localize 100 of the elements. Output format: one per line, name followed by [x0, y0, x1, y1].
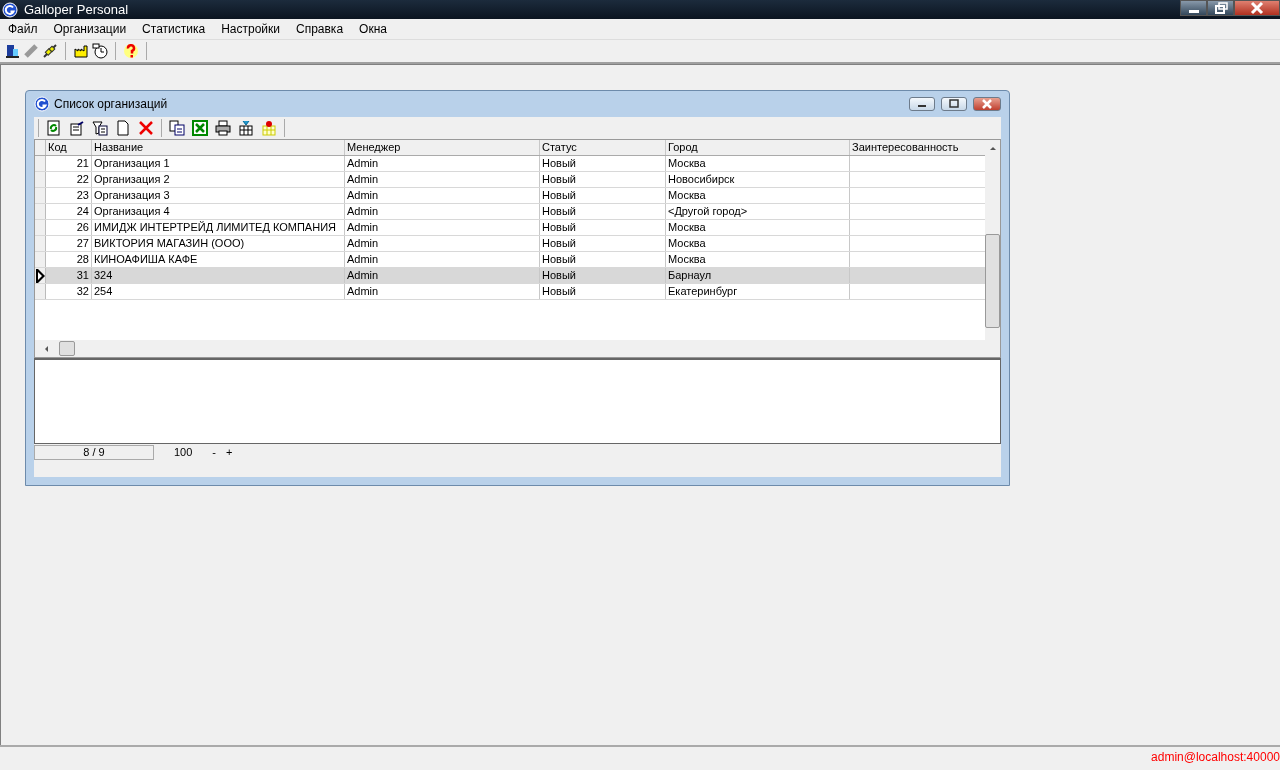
- table-cell: Москва: [666, 220, 850, 235]
- menu-item[interactable]: Справка: [288, 22, 352, 36]
- new-document-icon[interactable]: [115, 120, 131, 136]
- printer-icon[interactable]: [215, 120, 231, 136]
- maximize-button[interactable]: [941, 97, 967, 111]
- table-cell: Новый: [540, 204, 666, 219]
- column-header[interactable]: Статус: [540, 140, 666, 155]
- table-cell: Москва: [666, 252, 850, 267]
- table-cell: Admin: [345, 172, 540, 187]
- table-cell: 31: [46, 268, 92, 283]
- table-cell: 27: [46, 236, 92, 251]
- menu-item[interactable]: Организации: [45, 22, 135, 36]
- table-cell: 28: [46, 252, 92, 267]
- table-cell: Екатеринбург: [666, 284, 850, 299]
- table-cell: 24: [46, 204, 92, 219]
- table-cell: Организация 4: [92, 204, 345, 219]
- table-row[interactable]: 21 Организация 1 Admin Новый Москва: [35, 156, 985, 172]
- table-cell: Admin: [345, 204, 540, 219]
- table-cell: Admin: [345, 220, 540, 235]
- table-cell: Новый: [540, 268, 666, 283]
- table-cell: Организация 2: [92, 172, 345, 187]
- vertical-scrollbar[interactable]: [985, 140, 1000, 340]
- table-cell: Admin: [345, 284, 540, 299]
- edit-icon[interactable]: [69, 120, 85, 136]
- table-cell: Admin: [345, 268, 540, 283]
- close-button[interactable]: [973, 97, 1001, 111]
- table-cell: Новый: [540, 284, 666, 299]
- table-cell: Организация 1: [92, 156, 345, 171]
- table-row[interactable]: 26 ИМИДЖ ИНТЕРТРЕЙД ЛИМИТЕД КОМПАНИЯ Admin Новый Москва: [35, 220, 985, 236]
- minimize-button[interactable]: [909, 97, 935, 111]
- table-cell: ВИКТОРИЯ МАГАЗИН (ООО): [92, 236, 345, 251]
- row-indicator[interactable]: [35, 268, 46, 283]
- copy-icon[interactable]: [169, 120, 185, 136]
- logo-icon: [34, 96, 50, 112]
- column-header[interactable]: Код: [46, 140, 92, 155]
- table-cell: Москва: [666, 236, 850, 251]
- horizontal-scrollbar[interactable]: [35, 340, 1000, 357]
- table-row[interactable]: 24 Организация 4 Admin Новый <Другой город>: [35, 204, 985, 220]
- zoom-level: 100: [174, 446, 193, 458]
- zoom-out-button[interactable]: -: [212, 446, 217, 458]
- table-import-icon[interactable]: [238, 120, 254, 136]
- table-cell: Новый: [540, 188, 666, 203]
- table-export-icon[interactable]: [261, 120, 277, 136]
- refresh-icon[interactable]: [46, 120, 62, 136]
- table-cell: Admin: [345, 156, 540, 171]
- clock-icon[interactable]: [92, 43, 108, 59]
- table-cell: 22: [46, 172, 92, 187]
- close-icon[interactable]: [1249, 0, 1265, 16]
- scrollbar-thumb[interactable]: [985, 234, 1000, 328]
- table-row[interactable]: 27 ВИКТОРИЯ МАГАЗИН (ООО) Admin Новый Москва: [35, 236, 985, 252]
- table-cell: 21: [46, 156, 92, 171]
- table-cell: Новый: [540, 236, 666, 251]
- table-cell: Admin: [345, 188, 540, 203]
- table-cell: 254: [92, 284, 345, 299]
- spreadsheet-icon[interactable]: [192, 120, 208, 136]
- window-title: Galloper Personal: [24, 2, 130, 17]
- filter-icon[interactable]: [92, 120, 108, 136]
- help-icon[interactable]: [123, 43, 139, 59]
- table-row[interactable]: 23 Организация 3 Admin Новый Москва: [35, 188, 985, 204]
- restore-button[interactable]: [1207, 0, 1234, 16]
- connection-status: admin@localhost:40000: [1151, 749, 1280, 764]
- column-header[interactable]: Город: [666, 140, 850, 155]
- table-cell: <Другой город>: [666, 204, 850, 219]
- record-position: 8 / 9: [34, 444, 154, 460]
- scrollbar-thumb[interactable]: [59, 341, 75, 356]
- notes-area[interactable]: [34, 358, 1001, 444]
- factory-icon[interactable]: [73, 43, 89, 59]
- column-header[interactable]: Менеджер: [345, 140, 540, 155]
- menu-item[interactable]: Файл: [0, 22, 46, 36]
- table-cell: Новосибирск: [666, 172, 850, 187]
- table-cell: Новый: [540, 156, 666, 171]
- minimize-button[interactable]: [1180, 0, 1207, 16]
- building-icon[interactable]: [4, 43, 20, 59]
- table-row[interactable]: 31 324 Admin Новый Барнаул: [35, 268, 985, 284]
- table-cell: Новый: [540, 252, 666, 267]
- menu-item[interactable]: Окна: [351, 22, 395, 36]
- table-cell: Барнаул: [666, 268, 850, 283]
- delete-icon[interactable]: [138, 120, 154, 136]
- table-cell: КИНОАФИША КАФЕ: [92, 252, 345, 267]
- table-cell: 32: [46, 284, 92, 299]
- table-cell: Admin: [345, 252, 540, 267]
- menu-item[interactable]: Статистика: [134, 22, 214, 36]
- table-cell: 23: [46, 188, 92, 203]
- table-cell: 324: [92, 268, 345, 283]
- table-cell: Москва: [666, 188, 850, 203]
- table-row[interactable]: 32 254 Admin Новый Екатеринбург: [35, 284, 985, 300]
- zoom-in-button[interactable]: +: [226, 446, 233, 458]
- logo-icon: [2, 1, 18, 18]
- column-header[interactable]: Название: [92, 140, 345, 155]
- table-cell: Новый: [540, 172, 666, 187]
- table-cell: Admin: [345, 236, 540, 251]
- close-button[interactable]: [1234, 0, 1280, 16]
- table-row[interactable]: 22 Организация 2 Admin Новый Новосибирск: [35, 172, 985, 188]
- table-cell: Новый: [540, 220, 666, 235]
- child-window-title: Список организаций: [54, 97, 169, 111]
- restore-icon[interactable]: [1212, 0, 1229, 16]
- table-cell: 26: [46, 220, 92, 235]
- plug-connector-icon[interactable]: [42, 43, 58, 59]
- table-cell: Организация 3: [92, 188, 345, 203]
- menu-item[interactable]: Настройки: [213, 22, 288, 36]
